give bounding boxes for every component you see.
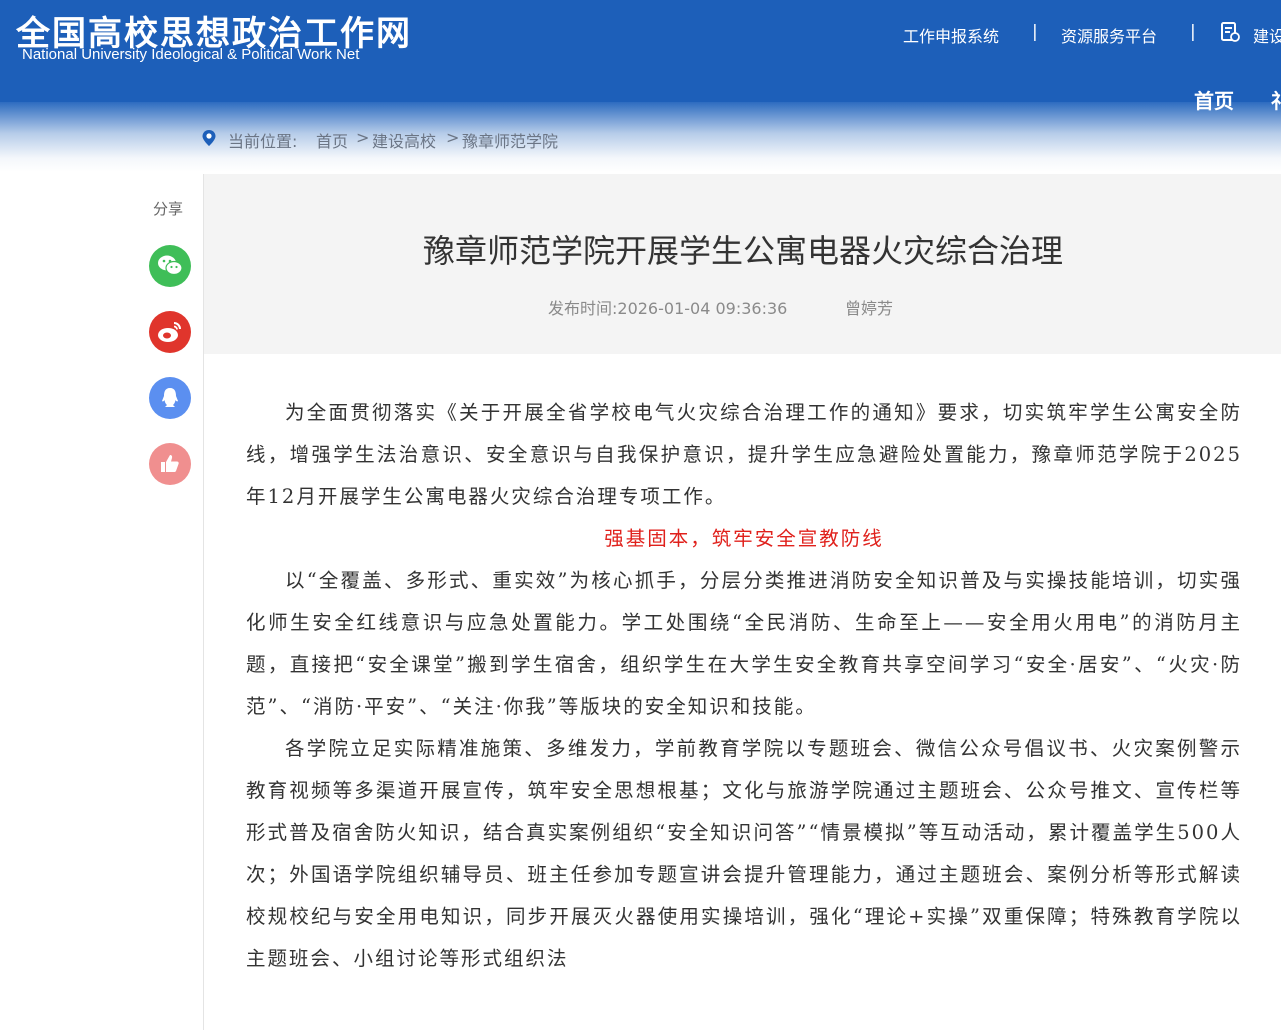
breadcrumb-build-universities[interactable]: 建设高校 [372, 128, 436, 152]
breadcrumb-home[interactable]: 首页 [316, 128, 348, 152]
site-logo-english: National University Ideological & Politi… [22, 46, 360, 63]
share-qq-button[interactable] [149, 377, 191, 419]
article-content: 为全面贯彻落实《关于开展全省学校电气火灾综合治理工作的通知》要求，切实筑牢学生公… [246, 392, 1242, 980]
publish-time: 发布时间:2026-01-04 09:36:36 [548, 299, 788, 318]
thumbs-up-icon [161, 455, 179, 472]
qq-icon [162, 388, 178, 407]
article-paragraph: 以“全覆盖、多形式、重实效”为核心抓手，分层分类推进消防安全知识普及与实操技能培… [246, 569, 1242, 718]
nav-item-next[interactable]: 礼 [1271, 85, 1281, 114]
breadcrumb-label: 当前位置: [228, 132, 298, 151]
article-title: 豫章师范学院开展学生公寓电器火灾综合治理 [422, 232, 1063, 270]
nav-item-home[interactable]: 首页 [1194, 85, 1234, 114]
location-pin-icon [202, 130, 216, 146]
breadcrumb-arrow: > [446, 128, 460, 147]
top-link-separator: | [1190, 22, 1196, 42]
like-button[interactable] [149, 443, 191, 485]
top-link-resource-platform[interactable]: 资源服务平台 [1061, 23, 1157, 47]
share-weibo-button[interactable] [149, 311, 191, 353]
share-label: 分享 [153, 200, 184, 218]
article-subheading: 强基固本，筑牢安全宣教防线 [604, 527, 884, 550]
weibo-icon [158, 322, 181, 342]
breadcrumb-arrow: > [356, 128, 370, 147]
top-link-build[interactable]: 建设 [1253, 23, 1281, 47]
article-paragraph: 各学院立足实际精准施策、多维发力，学前教育学院以专题班会、微信公众号倡议书、火灾… [246, 737, 1242, 970]
header-gradient-band [0, 102, 1281, 172]
document-icon[interactable] [1219, 21, 1241, 43]
article-paragraph: 为全面贯彻落实《关于开展全省学校电气火灾综合治理工作的通知》要求，切实筑牢学生公… [246, 401, 1242, 508]
top-link-work-declaration[interactable]: 工作申报系统 [903, 23, 999, 47]
top-link-separator: | [1032, 22, 1038, 42]
breadcrumb-current[interactable]: 豫章师范学院 [462, 128, 558, 152]
article-author: 曾婷芳 [845, 299, 894, 318]
